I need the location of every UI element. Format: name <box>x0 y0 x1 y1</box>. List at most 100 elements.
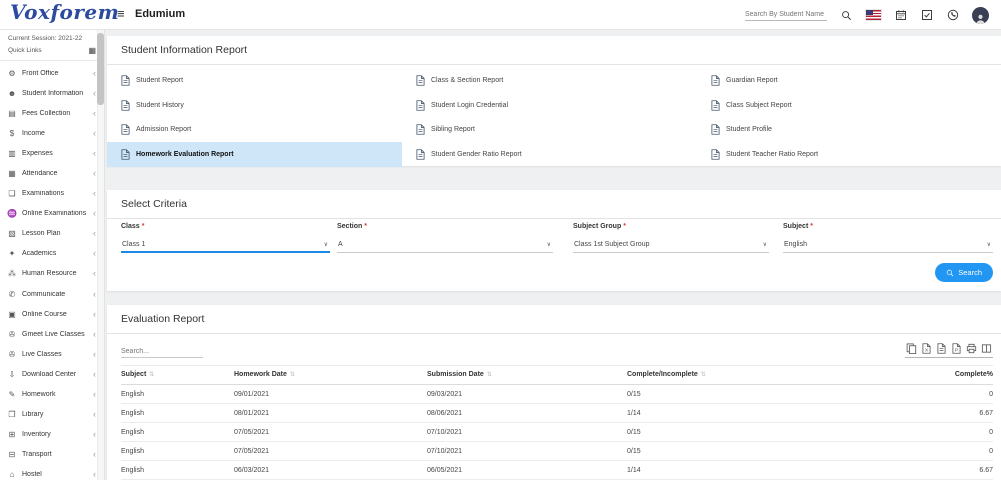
columns-icon[interactable] <box>981 342 992 354</box>
online-examinations-icon: ♒ <box>7 209 17 218</box>
subject-group-select[interactable]: Class 1st Subject Group∨ <box>573 239 769 253</box>
sidebar-item-online-course[interactable]: ▣Online Course‹ <box>0 304 104 324</box>
sidebar-item-label: Expenses <box>22 150 93 157</box>
calendar-icon[interactable] <box>894 9 907 22</box>
field-label: Class* <box>121 223 330 230</box>
report-link-student-gender-ratio-report[interactable]: Student Gender Ratio Report <box>402 142 697 167</box>
front-office-icon: ⚙ <box>7 69 17 78</box>
table-row: English07/05/202107/10/20210/150 <box>121 423 993 442</box>
evaluation-report-card: Evaluation Report XP Subject⇅Homework Da… <box>107 305 1001 480</box>
human-resource-icon: ⁂ <box>7 269 17 278</box>
sidebar-item-examinations[interactable]: ❏Examinations‹ <box>0 184 104 204</box>
table-cell: 0/15 <box>627 385 877 404</box>
sidebar-item-human-resource[interactable]: ⁂Human Resource‹ <box>0 264 104 284</box>
table-search-input[interactable] <box>121 346 203 358</box>
sidebar-item-front-office[interactable]: ⚙Front Office‹ <box>0 63 104 83</box>
user-avatar[interactable] <box>972 7 989 24</box>
report-link-admission-report[interactable]: Admission Report <box>107 117 402 142</box>
sidebar-item-inventory[interactable]: ⊞Inventory‹ <box>0 425 104 445</box>
column-header-submission-date[interactable]: Submission Date⇅ <box>427 366 627 385</box>
hamburger-menu-icon[interactable]: ≡ <box>117 6 125 21</box>
table-header-row: Subject⇅Homework Date⇅Submission Date⇅Co… <box>121 366 993 385</box>
report-link-label: Student Report <box>136 77 183 84</box>
search-button[interactable]: Search <box>935 263 993 282</box>
required-asterisk: * <box>810 223 813 230</box>
gmeet-live-classes-icon: ✇ <box>7 330 17 339</box>
sidebar-item-academics[interactable]: ✦Academics‹ <box>0 244 104 264</box>
whatsapp-icon[interactable] <box>946 9 959 22</box>
section-select[interactable]: A∨ <box>337 239 553 253</box>
chevron-left-icon: ‹ <box>93 470 96 479</box>
chevron-left-icon: ‹ <box>93 330 96 339</box>
criteria-field-class: Class* Class 1∨ <box>121 223 330 253</box>
sidebar-item-label: Student Information <box>22 90 93 97</box>
report-links-column: Guardian ReportClass Subject ReportStude… <box>697 68 1001 167</box>
class-select[interactable]: Class 1∨ <box>121 239 330 253</box>
document-icon <box>121 75 130 86</box>
report-link-guardian-report[interactable]: Guardian Report <box>697 68 1001 93</box>
report-link-label: Student History <box>136 102 184 109</box>
print-icon[interactable] <box>966 342 977 354</box>
report-link-student-login-credential[interactable]: Student Login Credential <box>402 93 697 118</box>
sidebar-item-fees-collection[interactable]: ▤Fees Collection‹ <box>0 103 104 123</box>
sidebar-item-lesson-plan[interactable]: ▧Lesson Plan‹ <box>0 224 104 244</box>
excel-icon[interactable]: X <box>921 342 932 354</box>
copy-icon[interactable] <box>906 342 917 354</box>
report-link-student-history[interactable]: Student History <box>107 93 402 118</box>
sort-icon: ⇅ <box>701 372 706 378</box>
sidebar-item-transport[interactable]: ⊟Transport‹ <box>0 445 104 465</box>
report-links-grid: Student Report Student History Admission R… <box>107 65 1001 167</box>
chevron-left-icon: ‹ <box>93 189 96 198</box>
report-link-sibling-report[interactable]: Sibling Report <box>402 117 697 142</box>
expenses-icon: ▥ <box>7 149 17 158</box>
sidebar-item-hostel[interactable]: ⌂Hostel‹ <box>0 465 104 480</box>
sidebar-item-gmeet-live-classes[interactable]: ✇Gmeet Live Classes‹ <box>0 324 104 344</box>
sidebar-item-library[interactable]: ❒Library‹ <box>0 405 104 425</box>
chevron-left-icon: ‹ <box>93 229 96 238</box>
sidebar-item-income[interactable]: $Income‹ <box>0 123 104 143</box>
document-icon <box>416 149 425 160</box>
sidebar-scrollbar-thumb[interactable] <box>97 33 104 105</box>
pdf-icon[interactable]: P <box>951 342 962 354</box>
report-link-student-profile[interactable]: Student Profile <box>697 117 1001 142</box>
language-flag-icon[interactable] <box>866 10 881 20</box>
sidebar-item-label: Live Classes <box>22 351 93 358</box>
sidebar-item-label: Inventory <box>22 431 93 438</box>
report-link-label: Student Gender Ratio Report <box>431 151 522 158</box>
document-icon <box>416 75 425 86</box>
column-header-complete-incomplete[interactable]: Complete/Incomplete⇅ <box>627 366 877 385</box>
sidebar-item-download-center[interactable]: ⇩Download Center‹ <box>0 364 104 384</box>
chevron-left-icon: ‹ <box>93 69 96 78</box>
csv-icon[interactable] <box>936 342 947 354</box>
report-link-homework-evaluation-report[interactable]: Homework Evaluation Report <box>107 142 402 167</box>
chevron-left-icon: ‹ <box>93 149 96 158</box>
sidebar-item-homework[interactable]: ✎Homework‹ <box>0 385 104 405</box>
sidebar-item-attendance[interactable]: ▦Attendance‹ <box>0 163 104 183</box>
report-link-student-report[interactable]: Student Report <box>107 68 402 93</box>
sidebar-item-live-classes[interactable]: ✇Live Classes‹ <box>0 344 104 364</box>
required-asterisk: * <box>364 223 367 230</box>
quick-links-grid-icon[interactable]: ▦ <box>88 46 96 55</box>
field-label: Subject Group* <box>573 223 769 230</box>
search-icon[interactable] <box>840 9 853 22</box>
sidebar-item-communicate[interactable]: ✆Communicate‹ <box>0 284 104 304</box>
table-cell: 1/14 <box>627 461 877 480</box>
search-icon <box>946 269 954 277</box>
report-link-student-teacher-ratio-report[interactable]: Student Teacher Ratio Report <box>697 142 1001 167</box>
sidebar-item-student-information[interactable]: ☻Student Information‹ <box>0 83 104 103</box>
report-link-class-section-report[interactable]: Class & Section Report <box>402 68 697 93</box>
column-header-homework-date[interactable]: Homework Date⇅ <box>234 366 427 385</box>
sidebar-item-online-examinations[interactable]: ♒Online Examinations‹ <box>0 204 104 224</box>
column-header-subject[interactable]: Subject⇅ <box>121 366 234 385</box>
todo-check-icon[interactable] <box>920 9 933 22</box>
table-cell: 0 <box>877 442 993 461</box>
student-search-input[interactable] <box>745 9 827 21</box>
report-link-class-subject-report[interactable]: Class Subject Report <box>697 93 1001 118</box>
current-session-label: Current Session: 2021-22 <box>0 30 104 44</box>
sidebar-item-label: Library <box>22 411 93 418</box>
table-cell: 06/05/2021 <box>427 461 627 480</box>
subject-select[interactable]: English∨ <box>783 239 993 253</box>
chevron-left-icon: ‹ <box>93 290 96 299</box>
chevron-down-icon: ∨ <box>987 241 991 248</box>
sidebar-item-expenses[interactable]: ▥ Expenses‹ <box>0 143 104 163</box>
